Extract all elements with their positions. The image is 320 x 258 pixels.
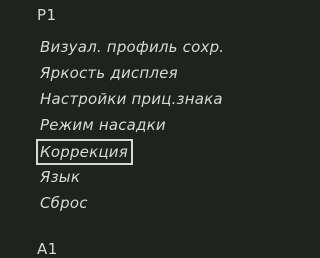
menu-item-correction-row: Коррекция (36, 139, 228, 165)
menu-item-reticle-settings[interactable]: Настройки приц.знака (36, 87, 228, 113)
menu-item-correction[interactable]: Коррекция (36, 139, 133, 165)
settings-menu-list: Визуал. профиль сохр. Яркость дисплея На… (36, 35, 228, 217)
menu-item-display-brightness[interactable]: Яркость дисплея (36, 61, 228, 87)
settings-menu-screen: P1 Визуал. профиль сохр. Яркость дисплея… (0, 0, 320, 258)
menu-item-attachment-mode[interactable]: Режим насадки (36, 113, 228, 139)
menu-item-visual-profile[interactable]: Визуал. профиль сохр. (36, 35, 228, 61)
page-label-bottom: A1 (37, 240, 58, 258)
menu-item-reset[interactable]: Сброс (36, 191, 228, 217)
page-label-top: P1 (37, 6, 57, 24)
menu-item-language[interactable]: Язык (36, 165, 228, 191)
